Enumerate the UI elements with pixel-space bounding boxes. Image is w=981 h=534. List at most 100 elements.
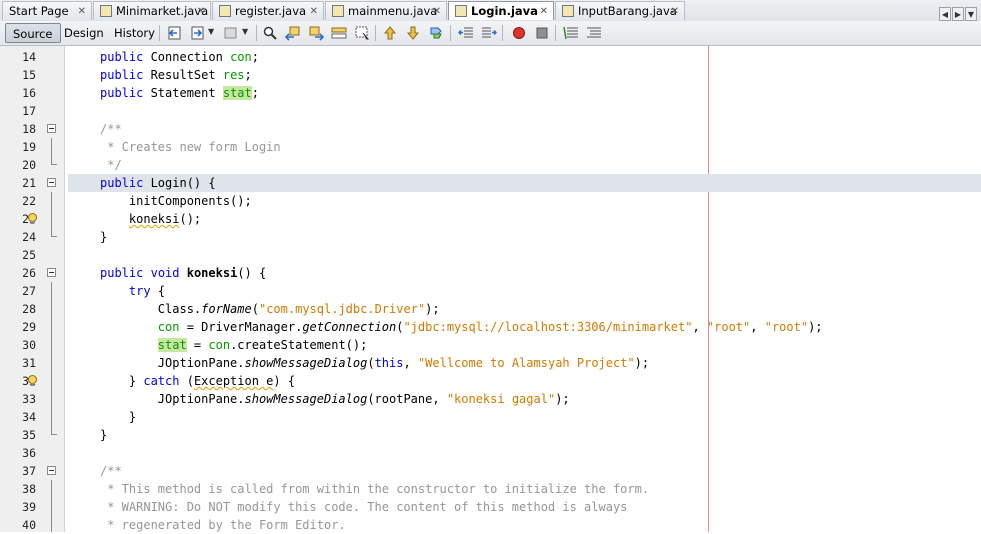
line-number: 18 — [22, 122, 36, 136]
history-button[interactable]: History — [107, 23, 162, 43]
record-macro-icon[interactable] — [511, 25, 527, 41]
comment-icon[interactable] — [563, 25, 579, 41]
find-next-icon[interactable] — [308, 25, 324, 41]
code-line[interactable]: 31 JOptionPane.showMessageDialog(this, "… — [0, 354, 981, 372]
close-icon[interactable]: ✕ — [197, 2, 205, 20]
design-button[interactable]: Design — [57, 23, 111, 43]
chevron-down-icon[interactable]: ▼ — [208, 27, 214, 36]
fold-icon[interactable] — [47, 178, 56, 187]
close-icon[interactable]: ✕ — [540, 2, 548, 20]
code-text: * regenerated by the Form Editor. — [100, 518, 346, 532]
tab-navigation: ◀ ▶ ▼ — [938, 2, 977, 21]
code-line[interactable]: 37 /** — [0, 462, 981, 480]
code-line[interactable]: 29 con = DriverManager.getConnection("jd… — [0, 318, 981, 336]
forward-icon[interactable] — [190, 25, 206, 41]
code-line[interactable]: 34 } — [0, 408, 981, 426]
shift-left-icon[interactable] — [458, 25, 474, 41]
code-line[interactable]: 38 * This method is called from within t… — [0, 480, 981, 498]
line-number: 33 — [22, 392, 36, 406]
tab-list-icon[interactable]: ▼ — [965, 7, 977, 21]
code-editor[interactable]: 14 public Connection con; 15 public Resu… — [0, 46, 981, 532]
code-line[interactable]: 26 public void koneksi() { — [0, 264, 981, 282]
fold-guide — [51, 336, 52, 354]
toolbar-separator — [256, 25, 257, 41]
find-previous-icon[interactable] — [285, 25, 301, 41]
editor-tab-bar: Start Page ✕ Minimarket.java ✕ register.… — [0, 0, 981, 22]
shift-right-icon[interactable] — [481, 25, 497, 41]
file-icon — [219, 5, 231, 17]
tab-label: Minimarket.java — [116, 4, 209, 18]
hint-bulb-icon[interactable] — [27, 375, 38, 387]
scroll-right-icon[interactable]: ▶ — [952, 7, 964, 21]
code-line[interactable]: 14 public Connection con; — [0, 48, 981, 66]
fold-icon[interactable] — [47, 124, 56, 133]
fold-end — [51, 156, 57, 165]
code-line[interactable]: 18 /** — [0, 120, 981, 138]
code-text: Class.forName("com.mysql.jdbc.Driver"); — [100, 302, 440, 316]
code-line[interactable]: 33 JOptionPane.showMessageDialog(rootPan… — [0, 390, 981, 408]
code-line[interactable]: 27 try { — [0, 282, 981, 300]
line-number: 37 — [22, 464, 36, 478]
line-number: 28 — [22, 302, 36, 316]
fold-guide — [51, 300, 52, 318]
code-line[interactable]: 40 * regenerated by the Form Editor. — [0, 516, 981, 534]
tab-label: mainmenu.java — [348, 4, 438, 18]
code-line[interactable]: 21 public Login() { — [0, 174, 981, 192]
line-number: 22 — [22, 194, 36, 208]
code-line[interactable]: 32 } catch (Exception e) { — [0, 372, 981, 390]
code-line[interactable]: 35 } — [0, 426, 981, 444]
tab-label: InputBarang.java — [578, 4, 677, 18]
code-text: public void koneksi() { — [100, 266, 267, 280]
scroll-left-icon[interactable]: ◀ — [939, 7, 951, 21]
hint-bulb-icon[interactable] — [27, 213, 38, 225]
tab-login-java[interactable]: Login.java ✕ — [448, 1, 554, 20]
line-number: 39 — [22, 500, 36, 514]
line-number: 34 — [22, 410, 36, 424]
code-line[interactable]: 30 stat = con.createStatement(); — [0, 336, 981, 354]
close-icon[interactable]: ✕ — [310, 2, 318, 20]
code-text: stat = con.createStatement(); — [157, 338, 368, 352]
search-icon[interactable] — [262, 25, 278, 41]
close-icon[interactable]: ✕ — [78, 2, 86, 20]
tab-minimarket-java[interactable]: Minimarket.java ✕ — [93, 1, 211, 20]
previous-bookmark-icon[interactable] — [382, 25, 398, 41]
toggle-highlight-icon[interactable] — [331, 25, 347, 41]
uncomment-icon[interactable] — [586, 25, 602, 41]
toggle-bookmark-icon[interactable] — [428, 25, 444, 41]
code-line[interactable]: 16 public Statement stat; — [0, 84, 981, 102]
code-line[interactable]: 28 Class.forName("com.mysql.jdbc.Driver"… — [0, 300, 981, 318]
fold-icon[interactable] — [47, 466, 56, 475]
code-line[interactable]: 36 — [0, 444, 981, 462]
code-line[interactable]: 20 */ — [0, 156, 981, 174]
tab-mainmenu-java[interactable]: mainmenu.java ✕ — [325, 1, 447, 20]
tab-inputbarang-java[interactable]: InputBarang.java ✕ — [555, 1, 685, 20]
history-nav-icon[interactable] — [223, 25, 239, 41]
close-icon[interactable]: ✕ — [433, 2, 441, 20]
code-line[interactable]: 15 public ResultSet res; — [0, 66, 981, 84]
source-button[interactable]: Source — [5, 23, 61, 43]
code-text: JOptionPane.showMessageDialog(this, "Wel… — [100, 356, 650, 370]
find-selection-icon[interactable] — [354, 25, 370, 41]
code-text: } catch (Exception e) { — [100, 374, 296, 388]
fold-guide — [51, 138, 52, 156]
chevron-down-icon[interactable]: ▼ — [242, 27, 248, 36]
code-line[interactable]: 24 } — [0, 228, 981, 246]
code-line[interactable]: 17 — [0, 102, 981, 120]
code-text: /** — [100, 122, 122, 136]
fold-guide — [51, 516, 52, 532]
code-text: * WARNING: Do NOT modify this code. The … — [100, 500, 628, 514]
fold-guide — [51, 408, 52, 426]
code-line[interactable]: 23 koneksi(); — [0, 210, 981, 228]
next-bookmark-icon[interactable] — [405, 25, 421, 41]
stop-macro-icon[interactable] — [534, 25, 550, 41]
tab-register-java[interactable]: register.java ✕ — [212, 1, 324, 20]
back-icon[interactable] — [167, 25, 183, 41]
tab-start-page[interactable]: Start Page ✕ — [2, 1, 92, 20]
line-number: 36 — [22, 446, 36, 460]
code-line[interactable]: 25 — [0, 246, 981, 264]
close-icon[interactable]: ✕ — [671, 2, 679, 20]
fold-icon[interactable] — [47, 268, 56, 277]
code-line[interactable]: 39 * WARNING: Do NOT modify this code. T… — [0, 498, 981, 516]
code-line[interactable]: 22 initComponents(); — [0, 192, 981, 210]
code-line[interactable]: 19 * Creates new form Login — [0, 138, 981, 156]
